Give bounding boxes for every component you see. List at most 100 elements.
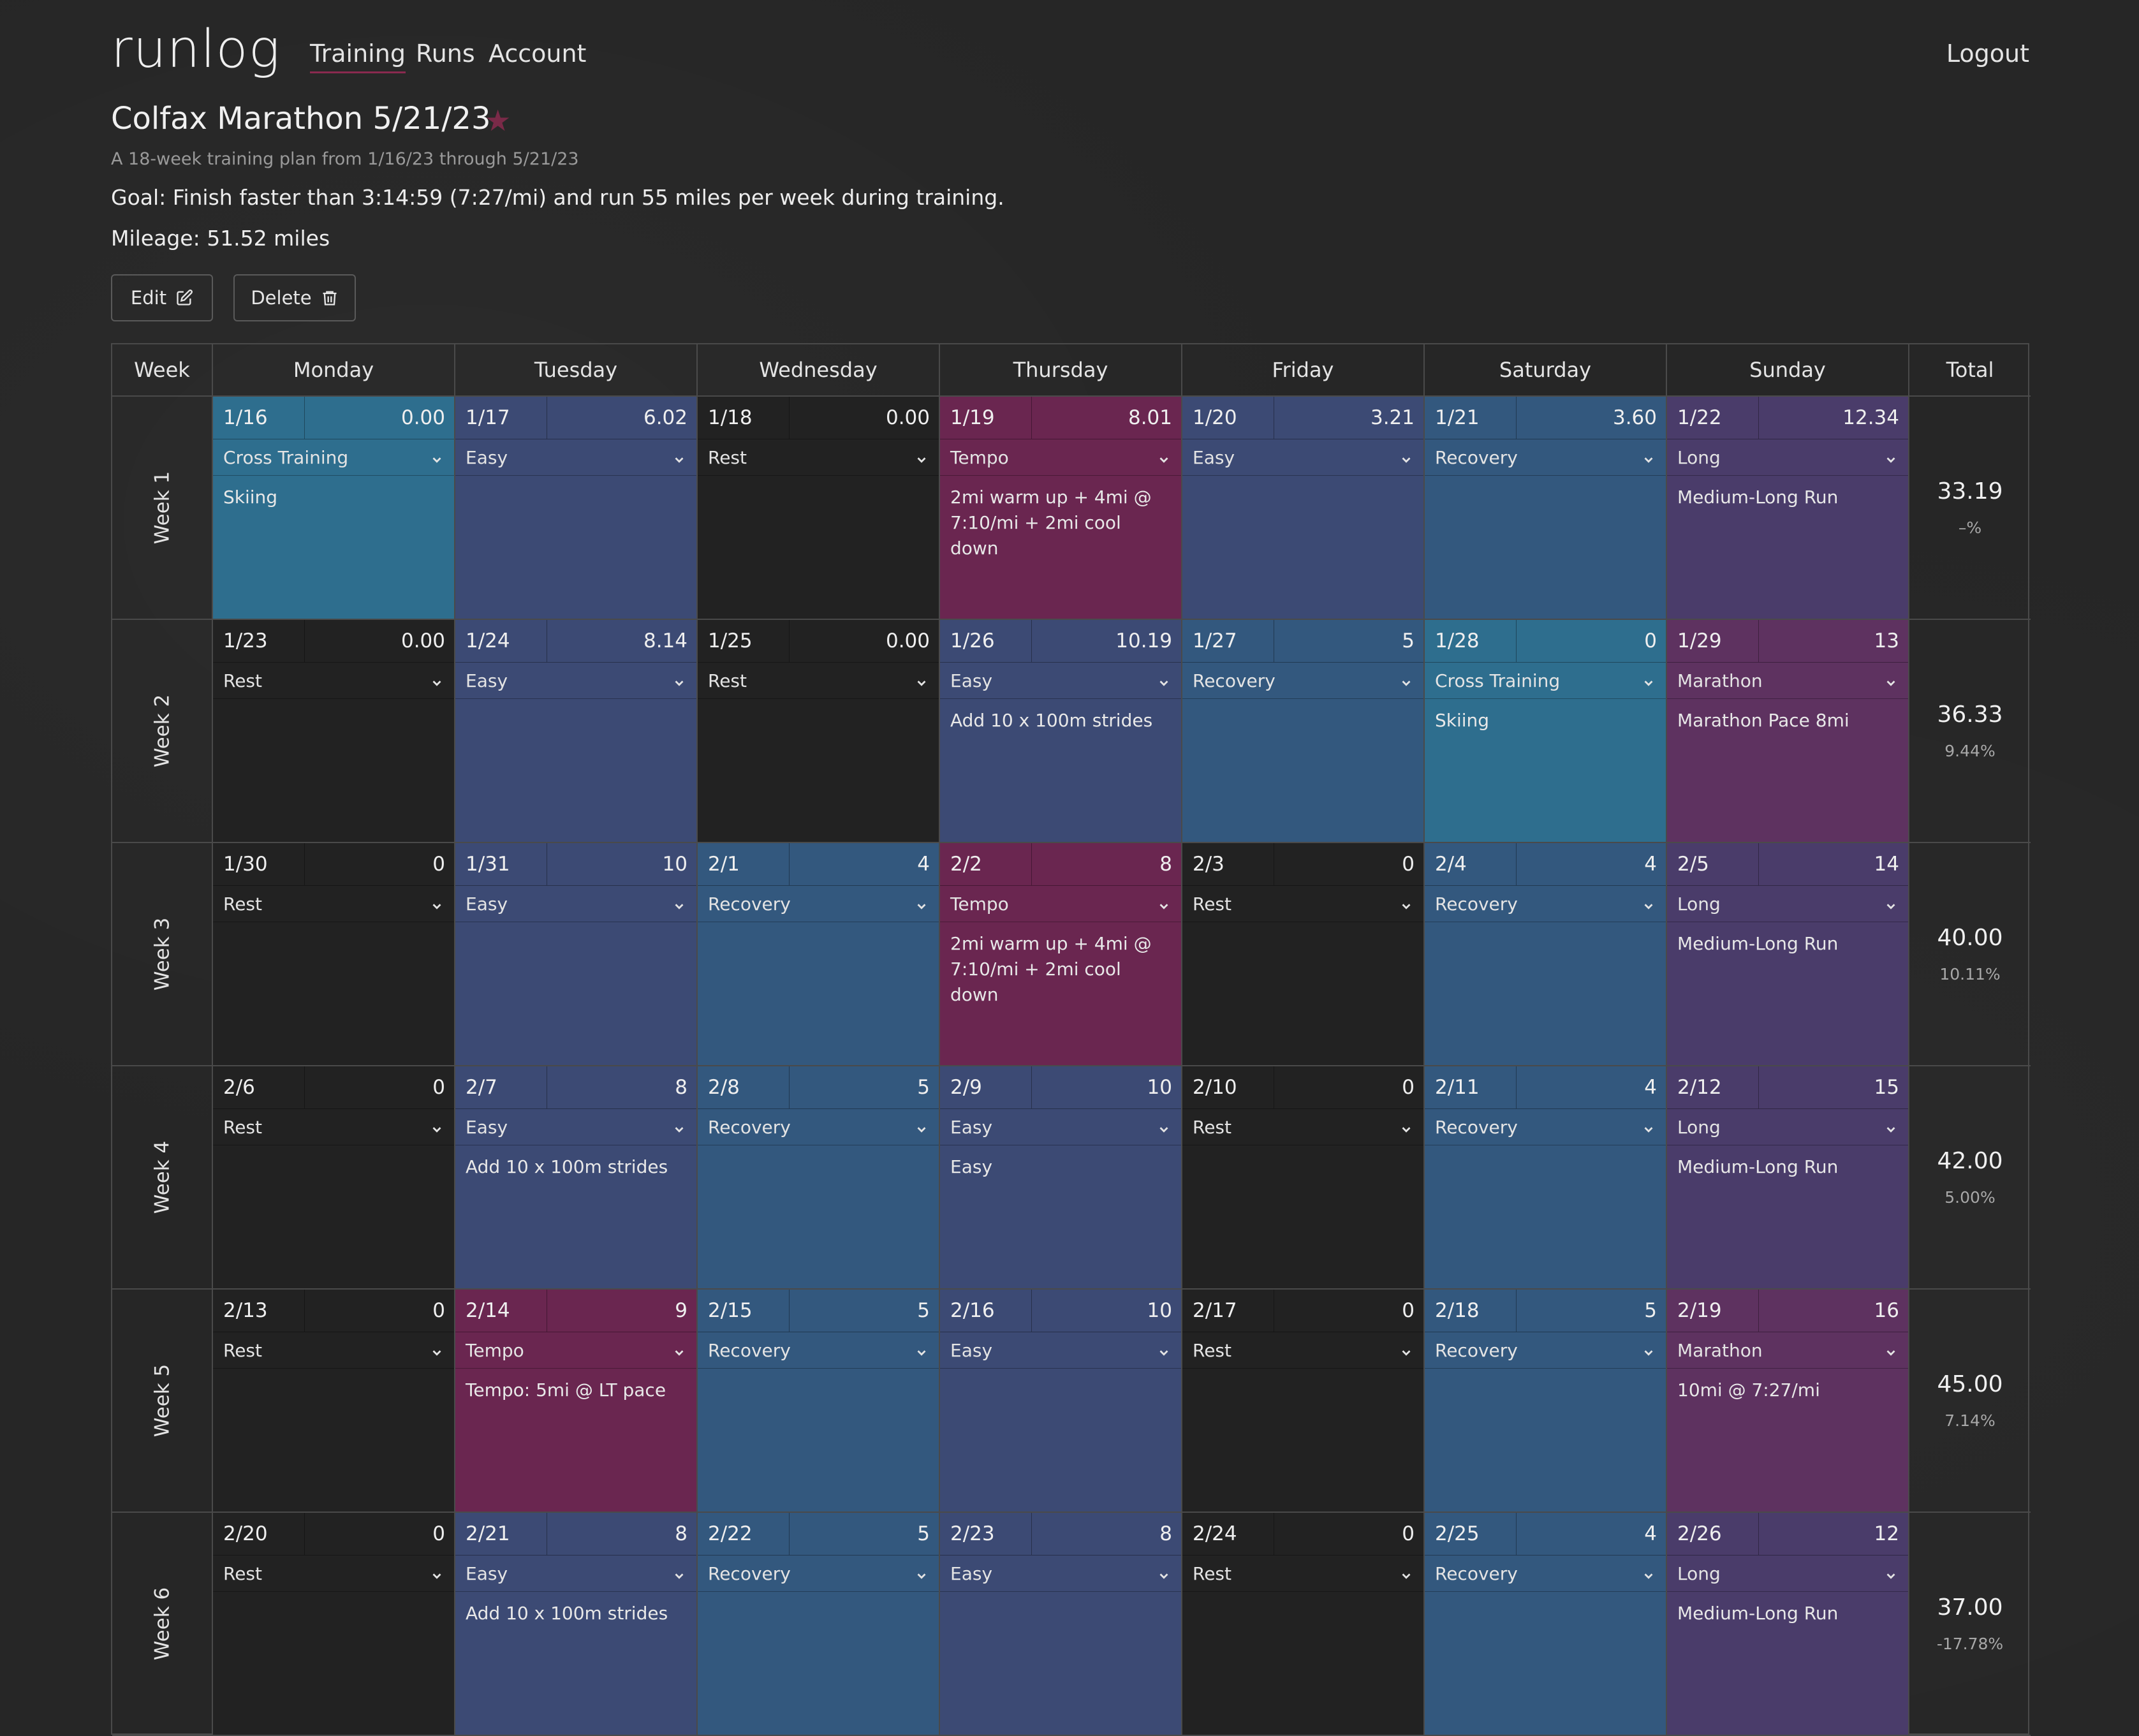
- day-miles-input[interactable]: 0: [305, 1290, 454, 1332]
- day-miles-input[interactable]: 8.01: [1032, 397, 1181, 439]
- day-miles-input[interactable]: 3.60: [1517, 397, 1666, 439]
- workout-note[interactable]: Add 10 x 100m strides: [455, 1592, 696, 1626]
- workout-note[interactable]: [698, 699, 939, 708]
- workout-type-select[interactable]: Easy: [940, 1332, 1181, 1369]
- favorite-star-icon[interactable]: ★: [485, 103, 511, 138]
- day-miles-input[interactable]: 8.14: [547, 620, 696, 662]
- day-miles-input[interactable]: 14: [1759, 843, 1908, 885]
- workout-type-select[interactable]: Rest: [213, 1556, 454, 1592]
- day-miles-input[interactable]: 0: [305, 843, 454, 885]
- day-miles-input[interactable]: 5: [1517, 1290, 1666, 1332]
- workout-type-select[interactable]: Recovery: [1425, 1556, 1666, 1592]
- workout-type-select[interactable]: Recovery: [698, 1556, 939, 1592]
- day-miles-input[interactable]: 5: [1274, 620, 1423, 662]
- workout-note[interactable]: Add 10 x 100m strides: [940, 699, 1181, 733]
- workout-note[interactable]: Medium-Long Run: [1667, 922, 1908, 957]
- workout-note[interactable]: [698, 1592, 939, 1601]
- workout-note[interactable]: 2mi warm up + 4mi @ 7:10/mi + 2mi cool d…: [940, 476, 1181, 561]
- workout-note[interactable]: [1182, 699, 1423, 708]
- workout-note[interactable]: [698, 1369, 939, 1378]
- workout-note[interactable]: Tempo: 5mi @ LT pace: [455, 1369, 696, 1403]
- workout-note[interactable]: [213, 922, 454, 931]
- workout-type-select[interactable]: Tempo: [455, 1332, 696, 1369]
- workout-note[interactable]: Skiing: [213, 476, 454, 510]
- day-miles-input[interactable]: 0: [1274, 1290, 1423, 1332]
- workout-note[interactable]: 2mi warm up + 4mi @ 7:10/mi + 2mi cool d…: [940, 922, 1181, 1008]
- day-miles-input[interactable]: 0.00: [790, 620, 939, 662]
- day-miles-input[interactable]: 10: [547, 843, 696, 885]
- day-miles-input[interactable]: 8: [547, 1513, 696, 1555]
- day-miles-input[interactable]: 8: [547, 1066, 696, 1108]
- workout-note[interactable]: [1425, 1145, 1666, 1154]
- workout-type-select[interactable]: Easy: [455, 663, 696, 699]
- workout-note[interactable]: [1182, 1592, 1423, 1601]
- workout-note[interactable]: [455, 476, 696, 485]
- nav-account[interactable]: Account: [489, 40, 586, 68]
- workout-type-select[interactable]: Easy: [455, 1556, 696, 1592]
- day-miles-input[interactable]: 0: [305, 1513, 454, 1555]
- workout-type-select[interactable]: Long: [1667, 1556, 1908, 1592]
- workout-note[interactable]: [1182, 1369, 1423, 1378]
- workout-type-select[interactable]: Rest: [213, 886, 454, 922]
- workout-note[interactable]: [1425, 922, 1666, 931]
- workout-note[interactable]: [698, 922, 939, 931]
- day-miles-input[interactable]: 8: [1032, 1513, 1181, 1555]
- workout-type-select[interactable]: Easy: [455, 1109, 696, 1145]
- workout-type-select[interactable]: Rest: [213, 663, 454, 699]
- day-miles-input[interactable]: 4: [790, 843, 939, 885]
- workout-type-select[interactable]: Rest: [1182, 1109, 1423, 1145]
- workout-note[interactable]: [1425, 1592, 1666, 1601]
- workout-type-select[interactable]: Recovery: [1425, 439, 1666, 476]
- day-miles-input[interactable]: 0: [1274, 1066, 1423, 1108]
- nav-runs[interactable]: Runs: [416, 40, 475, 68]
- workout-note[interactable]: Medium-Long Run: [1667, 1145, 1908, 1180]
- workout-note[interactable]: [1182, 1145, 1423, 1154]
- workout-type-select[interactable]: Easy: [1182, 439, 1423, 476]
- workout-type-select[interactable]: Recovery: [698, 1109, 939, 1145]
- day-miles-input[interactable]: 0: [1274, 1513, 1423, 1555]
- day-miles-input[interactable]: 13: [1759, 620, 1908, 662]
- workout-note[interactable]: Marathon Pace 8mi: [1667, 699, 1908, 733]
- workout-type-select[interactable]: Marathon: [1667, 1332, 1908, 1369]
- workout-type-select[interactable]: Tempo: [940, 439, 1181, 476]
- day-miles-input[interactable]: 5: [790, 1290, 939, 1332]
- day-miles-input[interactable]: 10: [1032, 1066, 1181, 1108]
- day-miles-input[interactable]: 6.02: [547, 397, 696, 439]
- workout-note[interactable]: [1182, 476, 1423, 485]
- workout-note[interactable]: Medium-Long Run: [1667, 1592, 1908, 1626]
- workout-type-select[interactable]: Cross Training: [1425, 663, 1666, 699]
- workout-note[interactable]: [940, 1369, 1181, 1378]
- workout-note[interactable]: [213, 699, 454, 708]
- workout-type-select[interactable]: Recovery: [1182, 663, 1423, 699]
- workout-note[interactable]: [213, 1369, 454, 1378]
- workout-type-select[interactable]: Easy: [455, 439, 696, 476]
- workout-note[interactable]: [455, 699, 696, 708]
- day-miles-input[interactable]: 16: [1759, 1290, 1908, 1332]
- workout-note[interactable]: [213, 1592, 454, 1601]
- workout-type-select[interactable]: Cross Training: [213, 439, 454, 476]
- day-miles-input[interactable]: 5: [790, 1066, 939, 1108]
- workout-note[interactable]: [213, 1145, 454, 1154]
- workout-type-select[interactable]: Rest: [213, 1332, 454, 1369]
- nav-training[interactable]: Training: [310, 40, 406, 73]
- workout-type-select[interactable]: Easy: [940, 663, 1181, 699]
- workout-note[interactable]: [940, 1592, 1181, 1601]
- logout-link[interactable]: Logout: [1946, 40, 2029, 68]
- day-miles-input[interactable]: 0: [1517, 620, 1666, 662]
- workout-type-select[interactable]: Easy: [455, 886, 696, 922]
- workout-note[interactable]: [455, 922, 696, 931]
- delete-button[interactable]: Delete: [233, 274, 356, 321]
- day-miles-input[interactable]: 4: [1517, 843, 1666, 885]
- workout-type-select[interactable]: Rest: [698, 439, 939, 476]
- day-miles-input[interactable]: 12.34: [1759, 397, 1908, 439]
- workout-type-select[interactable]: Recovery: [698, 886, 939, 922]
- app-logo[interactable]: runlog: [111, 19, 281, 80]
- day-miles-input[interactable]: 5: [790, 1513, 939, 1555]
- day-miles-input[interactable]: 4: [1517, 1066, 1666, 1108]
- day-miles-input[interactable]: 12: [1759, 1513, 1908, 1555]
- day-miles-input[interactable]: 0: [305, 1066, 454, 1108]
- workout-type-select[interactable]: Recovery: [1425, 886, 1666, 922]
- workout-type-select[interactable]: Long: [1667, 439, 1908, 476]
- workout-type-select[interactable]: Long: [1667, 886, 1908, 922]
- workout-type-select[interactable]: Recovery: [698, 1332, 939, 1369]
